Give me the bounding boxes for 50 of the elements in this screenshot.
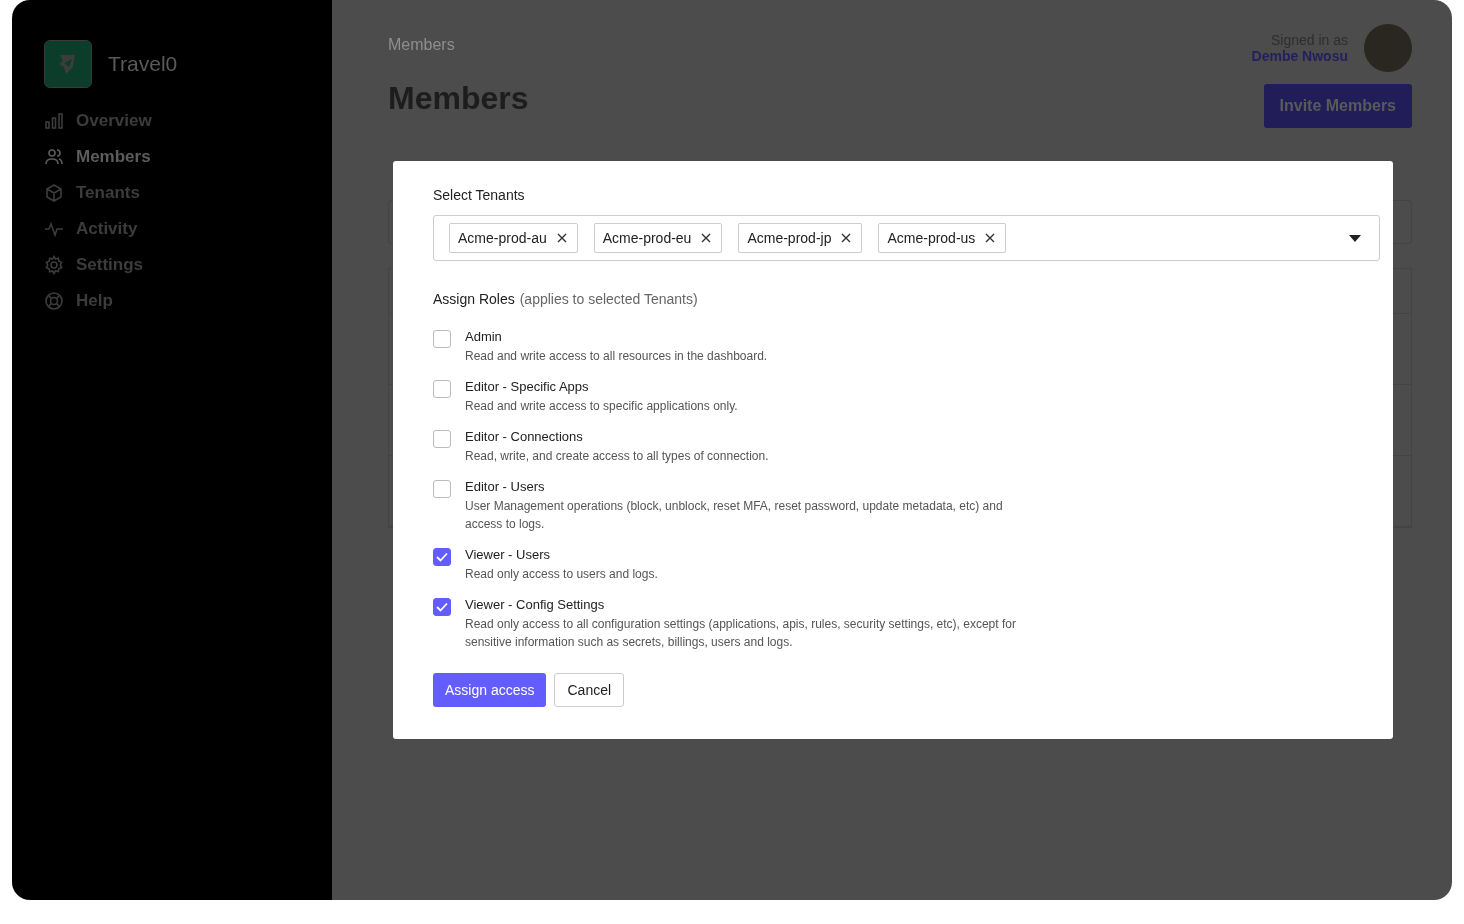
tag-label: Acme-prod-eu <box>602 230 692 246</box>
role-name: Admin <box>465 329 503 344</box>
invite-members-button[interactable]: Invite Members <box>1263 84 1412 128</box>
section-hint: (applies to selected Tenants) <box>519 291 698 307</box>
bar-chart-icon <box>44 111 64 131</box>
role-description: Read and write access to specific applications only. <box>465 398 739 415</box>
tag-label: Acme-prod-jp <box>747 230 832 246</box>
sidebar-item[interactable]: Overview <box>44 108 332 134</box>
role-name: Editor - Connections <box>465 429 584 444</box>
settings-icon <box>44 255 64 275</box>
section-heading: Assign Roles <box>433 291 515 307</box>
field-label: Select Tenants <box>433 187 526 203</box>
cancel-button[interactable]: Cancel <box>554 673 625 707</box>
breadcrumb[interactable]: Members <box>388 36 529 54</box>
role-description: User Management operations (block, unblock, reset MFA, reset password, update metadata, etc) and access to logs. <box>465 498 1004 533</box>
role-name: Editor - Users <box>465 479 546 494</box>
role-name: Editor - Specific Apps <box>465 379 590 394</box>
sidebar-item[interactable]: Help <box>44 288 332 314</box>
sidebar-item[interactable]: Tenants <box>44 180 332 206</box>
close-icon[interactable] <box>556 233 567 243</box>
close-icon[interactable] <box>985 233 996 243</box>
checkbox[interactable] <box>433 430 451 448</box>
lifebuoy-icon <box>44 291 64 311</box>
sidebar-item[interactable]: Settings <box>44 252 332 278</box>
role-name: Viewer - Config Settings <box>465 597 606 612</box>
users-icon <box>44 147 64 167</box>
checkbox[interactable] <box>433 548 451 566</box>
assign-access-button[interactable]: Assign access <box>433 673 547 707</box>
close-icon[interactable] <box>701 233 712 243</box>
sidebar-item[interactable]: Members <box>44 144 332 170</box>
role-description: Read only access to users and logs. <box>465 566 659 583</box>
tenant-select[interactable]: Acme-prod-au Acme-prod-eu Acme-prod-jp Acme-prod-us <box>433 215 1380 261</box>
checkbox[interactable] <box>433 330 451 348</box>
tag-label: Acme-prod-au <box>458 230 547 246</box>
tag-label: Acme-prod-us <box>887 230 976 246</box>
role-description: Read only access to all configuration settings (applications, apis, rules, security settings, etc), except for sensitive information such as secrets, billings, users and logs. <box>465 616 1017 651</box>
role-description: Read and write access to all resources in the dashboard. <box>465 348 769 365</box>
logo-icon <box>44 40 92 88</box>
cube-icon <box>44 183 64 203</box>
caret-icon[interactable] <box>1349 234 1361 242</box>
checkmark-icon <box>436 602 448 612</box>
sidebar-item[interactable]: Activity <box>44 216 332 242</box>
checkmark-icon <box>436 552 448 562</box>
checkbox[interactable] <box>433 480 451 498</box>
checkbox[interactable] <box>433 598 451 616</box>
brand-name: Travel0 <box>108 52 178 76</box>
close-icon[interactable] <box>841 233 852 243</box>
role-description: Read, write, and create access to all types of connection. <box>465 448 770 465</box>
checkbox[interactable] <box>433 380 451 398</box>
role-name: Viewer - Users <box>465 547 551 562</box>
